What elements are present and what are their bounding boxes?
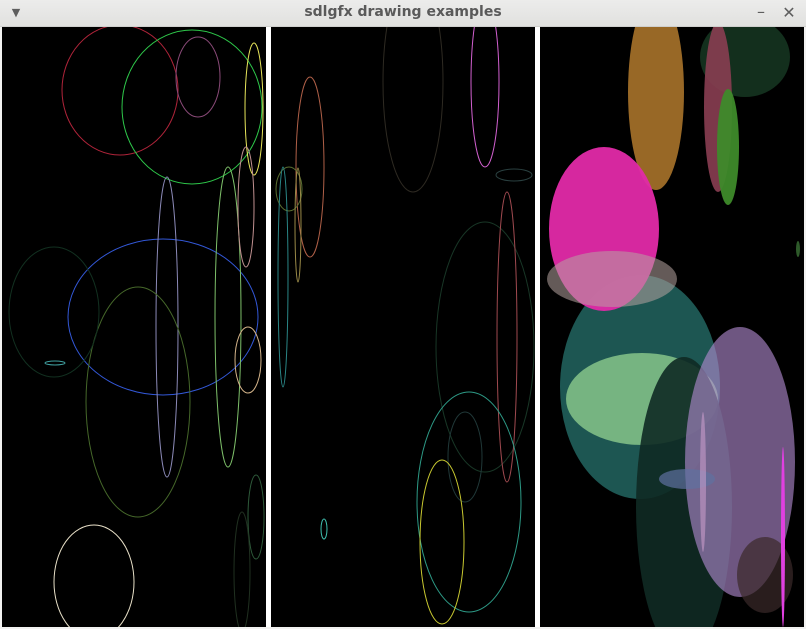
ellipse-shape	[155, 176, 179, 478]
filled-ellipse-panel	[540, 27, 804, 627]
ellipse-shape	[470, 27, 500, 168]
aa-ellipses-drawing	[275, 27, 535, 625]
ellipse-shape	[247, 474, 265, 560]
ellipse-shape	[294, 167, 302, 283]
antialiased-ellipse-panel	[271, 27, 535, 627]
ellipse-shape	[659, 469, 715, 489]
ellipse-shape	[234, 326, 262, 394]
ellipse-shape	[547, 251, 677, 307]
ellipse-shape	[320, 518, 328, 540]
ellipse-shape	[295, 76, 325, 258]
outline-ellipses-drawing	[8, 27, 265, 627]
ellipse-shape	[796, 241, 800, 257]
filled-ellipses-drawing	[547, 27, 800, 627]
ellipse-outline-panel	[2, 27, 266, 627]
ellipse-shape	[244, 42, 264, 176]
ellipse-shape	[175, 36, 221, 118]
ellipse-shape	[8, 246, 100, 378]
ellipse-shape	[67, 238, 259, 396]
ellipse-shape	[277, 166, 289, 388]
ellipse-shape	[44, 360, 66, 366]
ellipse-shape	[447, 411, 483, 503]
drawing-canvas	[2, 27, 804, 627]
ellipse-shape	[233, 511, 251, 627]
ellipse-shape	[237, 146, 255, 268]
ellipse-shape	[85, 286, 191, 518]
ellipse-shape	[61, 27, 179, 156]
close-button[interactable]: ✕	[782, 4, 796, 22]
ellipse-shape	[717, 89, 739, 205]
ellipse-shape	[53, 524, 135, 627]
minimize-button[interactable]: –	[754, 4, 768, 22]
app-window: ▼ sdlgfx drawing examples – ✕	[0, 0, 806, 629]
ellipse-shape	[419, 459, 465, 625]
ellipse-shape	[416, 391, 522, 613]
ellipse-shape	[700, 412, 706, 552]
ellipse-shape	[495, 168, 533, 182]
title-bar[interactable]: ▼ sdlgfx drawing examples – ✕	[0, 0, 806, 27]
ellipse-shape	[781, 447, 785, 627]
ellipse-shape	[214, 166, 242, 468]
ellipse-shape	[382, 27, 444, 193]
window-title: sdlgfx drawing examples	[304, 4, 502, 20]
